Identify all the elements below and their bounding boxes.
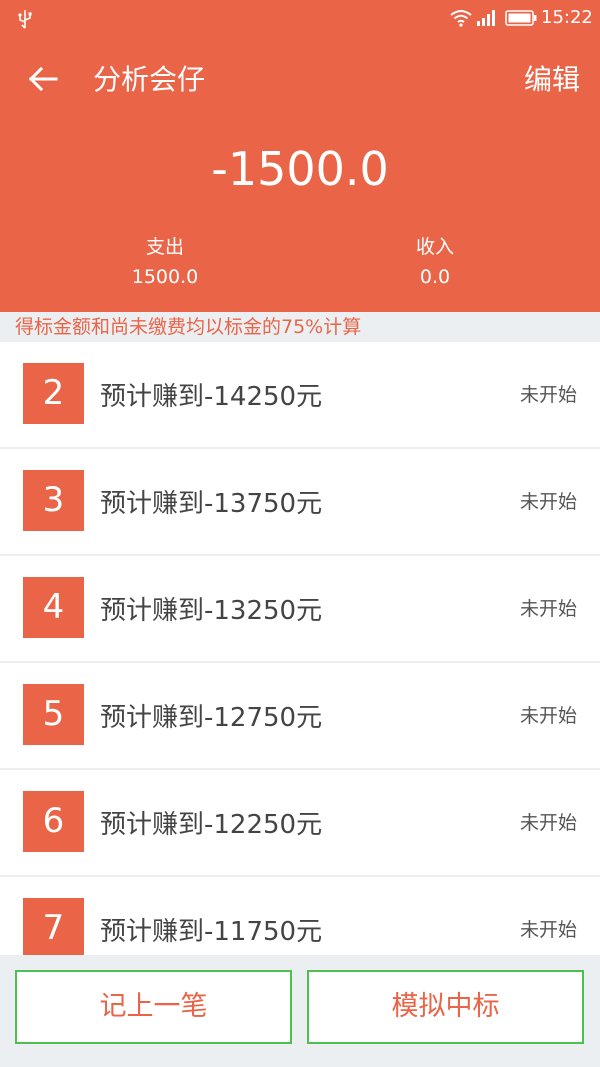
expense-stat: 支出 1500.0 (65, 232, 265, 292)
record-entry-button[interactable]: 记上一笔 (15, 970, 292, 1044)
edit-button[interactable]: 编辑 (524, 58, 580, 98)
calculation-notice: 得标金额和尚未缴费均以标金的75%计算 (0, 312, 600, 342)
header: 15:22 分析会仔 编辑 -1500.0 支出 1500.0 收入 0.0 (0, 0, 600, 312)
list-item[interactable]: 3 预计赚到-13750元 未开始 (0, 449, 600, 554)
page-title: 分析会仔 (93, 63, 206, 96)
battery-icon (505, 10, 537, 26)
list-item[interactable]: 4 预计赚到-13250元 未开始 (0, 556, 600, 661)
status-bar: 15:22 (0, 0, 600, 38)
status-label: 未开始 (519, 491, 577, 513)
round-number-badge: 5 (23, 684, 84, 745)
total-amount: -1500.0 (211, 142, 389, 196)
back-arrow-icon[interactable] (26, 62, 60, 96)
income-label: 收入 (415, 236, 454, 258)
list-item[interactable]: 2 预计赚到-14250元 未开始 (0, 342, 600, 447)
bottom-action-bar: 记上一笔 模拟中标 (0, 955, 600, 1067)
expected-earning: 预计赚到-13750元 (100, 489, 323, 519)
round-number-badge: 2 (23, 363, 84, 424)
round-number-badge: 7 (23, 898, 84, 955)
expected-earning: 预计赚到-12250元 (100, 810, 323, 840)
expected-earning: 预计赚到-13250元 (100, 596, 323, 626)
expected-earning: 预计赚到-12750元 (100, 703, 323, 733)
list-item[interactable]: 6 预计赚到-12250元 未开始 (0, 770, 600, 875)
expected-earning: 预计赚到-14250元 (100, 382, 323, 412)
signal-icon (477, 10, 495, 26)
status-label: 未开始 (519, 384, 577, 406)
status-label: 未开始 (519, 812, 577, 834)
status-label: 未开始 (519, 705, 577, 727)
income-value: 0.0 (419, 266, 451, 288)
expense-label: 支出 (145, 236, 184, 258)
wifi-icon (450, 10, 472, 27)
income-stat: 收入 0.0 (335, 232, 535, 292)
expense-value: 1500.0 (131, 266, 199, 288)
list-item[interactable]: 5 预计赚到-12750元 未开始 (0, 663, 600, 768)
round-list[interactable]: 2 预计赚到-14250元 未开始 3 预计赚到-13750元 未开始 4 预计… (0, 342, 600, 955)
round-number-badge: 6 (23, 791, 84, 852)
usb-icon (18, 10, 32, 29)
status-time: 15:22 (541, 7, 593, 28)
status-label: 未开始 (519, 919, 577, 941)
status-label: 未开始 (519, 598, 577, 620)
list-item[interactable]: 7 预计赚到-11750元 未开始 (0, 877, 600, 955)
round-number-badge: 3 (23, 470, 84, 531)
round-number-badge: 4 (23, 577, 84, 638)
simulate-win-button[interactable]: 模拟中标 (307, 970, 584, 1044)
expected-earning: 预计赚到-11750元 (100, 917, 323, 947)
